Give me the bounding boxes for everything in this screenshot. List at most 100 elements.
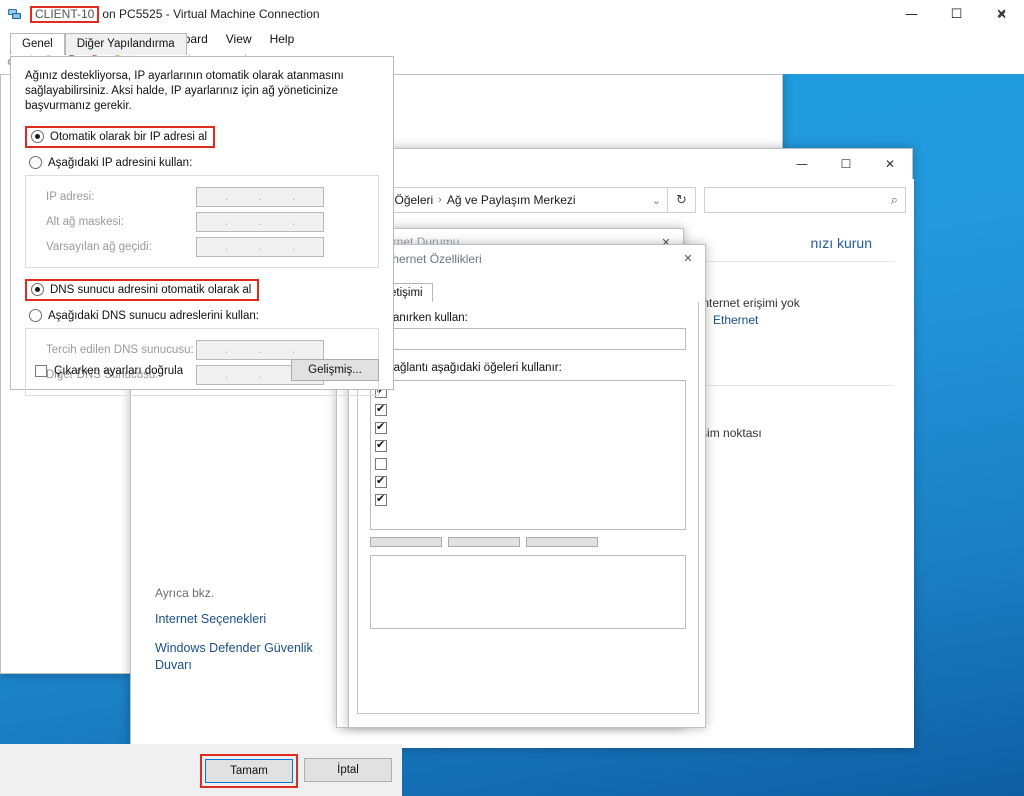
link-internet-options[interactable]: Internet Seçenekleri <box>155 611 325 628</box>
list-item[interactable] <box>373 419 683 437</box>
breadcrumb-network-sharing-center[interactable]: Ağ ve Paylaşım Merkezi <box>444 193 579 207</box>
components-buttons <box>370 537 686 547</box>
use-following-dns-row[interactable]: Aşağıdaki DNS sunucu adreslerini kullan: <box>29 309 379 322</box>
search-input[interactable]: ⌕ <box>704 187 906 213</box>
search-icon: ⌕ <box>890 192 898 208</box>
checkbox[interactable] <box>375 458 387 470</box>
ip-separator: . <box>224 343 229 356</box>
menu-help[interactable]: Help <box>261 30 304 48</box>
connection-link-ethernet[interactable]: Ethernet <box>713 313 758 327</box>
obtain-ip-automatically-label: Otomatik olarak bir IP adresi al <box>50 130 208 143</box>
ip-separator: . <box>224 190 229 203</box>
ethernet-properties-panel: Bağlanırken kullan: Bu bağlantı aşağıdak… <box>357 302 699 714</box>
connection-link-row[interactable]: Ethernet <box>697 312 894 327</box>
ip-separator: . <box>258 190 262 203</box>
minimize-button[interactable]: — <box>889 0 934 28</box>
ip-separator: . <box>258 215 262 228</box>
tab-diger-yapilandirma[interactable]: Diğer Yapılandırma <box>64 33 187 55</box>
virtual-machine-icon <box>7 6 23 22</box>
tcpip-tabstrip: Genel Diğer Yapılandırma <box>10 33 187 55</box>
obtain-dns-automatically-highlight[interactable]: DNS sunucu adresini otomatik olarak al <box>25 279 260 301</box>
obtain-ip-automatically-highlight[interactable]: Otomatik olarak bir IP adresi al <box>25 126 216 148</box>
default-gateway-row: Varsayılan ağ geçidi: . . . <box>46 234 368 259</box>
tab-genel[interactable]: Genel <box>10 33 65 55</box>
components-list[interactable] <box>370 380 686 530</box>
validate-settings-checkbox[interactable] <box>35 365 47 377</box>
ip-separator: . <box>258 343 262 356</box>
checkbox[interactable] <box>375 474 387 488</box>
ip-separator: . <box>224 240 229 253</box>
ethernet-properties-window: Ethernet Özellikleri ✕ Ağ İletişimi Bağl… <box>348 244 706 728</box>
preferred-dns-input[interactable]: . . . <box>196 339 324 360</box>
install-button[interactable] <box>370 537 442 547</box>
radio-use-following-dns[interactable] <box>29 309 42 322</box>
use-following-dns-label: Aşağıdaki DNS sunucu adreslerini kullan: <box>48 309 259 322</box>
vm-name-highlight: CLIENT-10 <box>30 5 100 23</box>
ip-separator: . <box>291 190 296 203</box>
refresh-button[interactable]: ↻ <box>668 187 696 213</box>
access-type-value: Internet erişimi yok <box>699 296 800 310</box>
breadcrumb-separator: › <box>438 194 442 206</box>
subnet-mask-input[interactable]: . . . <box>196 211 324 232</box>
close-button[interactable]: ✕ <box>980 0 1024 30</box>
ethernet-properties-title: Ethernet Özellikleri <box>381 252 482 266</box>
ip-address-input[interactable]: . . . <box>196 186 324 207</box>
properties-button[interactable] <box>526 537 598 547</box>
uninstall-button[interactable] <box>448 537 520 547</box>
close-button[interactable]: ✕ <box>868 149 912 179</box>
list-item[interactable] <box>373 401 683 419</box>
ethernet-properties-titlebar: Ethernet Özellikleri ✕ <box>349 245 705 273</box>
preferred-dns-label: Tercih edilen DNS sunucusu: <box>46 343 194 356</box>
components-label: Bu bağlantı aşağıdaki öğeleri kullanır: <box>370 362 562 374</box>
maximize-button[interactable]: ☐ <box>934 0 979 28</box>
ip-separator: . <box>291 215 296 228</box>
use-following-ip-label: Aşağıdaki IP adresini kullan: <box>48 156 193 169</box>
ip-separator: . <box>224 368 229 381</box>
validate-settings-label: Çıkarken ayarları doğrula <box>54 365 184 377</box>
validate-settings-row[interactable]: Çıkarken ayarları doğrula <box>35 365 183 377</box>
default-gateway-input[interactable]: . . . <box>196 236 324 257</box>
tcpip-properties-dialog: İnternet Protokolü Sürüm 4 (TCP/IPv4) Öz… <box>0 0 1007 796</box>
cancel-button[interactable]: İptal <box>304 758 392 782</box>
obtain-dns-automatically-label: DNS sunucu adresini otomatik olarak al <box>50 283 252 296</box>
ok-button[interactable]: Tamam <box>205 759 293 783</box>
ip-separator: . <box>224 215 229 228</box>
tcpip-caption-buttons: ✕ <box>980 0 1024 30</box>
adapter-field[interactable] <box>370 328 686 350</box>
description-box <box>370 555 686 629</box>
list-item[interactable] <box>373 455 683 473</box>
list-item[interactable] <box>373 473 683 491</box>
subnet-mask-label: Alt ağ maskesi: <box>46 215 124 228</box>
advanced-button[interactable]: Gelişmiş... <box>291 359 379 381</box>
connect-using-label: Bağlanırken kullan: <box>370 312 468 324</box>
radio-obtain-dns-automatically[interactable] <box>31 283 44 296</box>
minimize-button[interactable]: — <box>780 149 824 179</box>
list-item[interactable] <box>373 491 683 509</box>
maximize-button[interactable]: ☐ <box>824 149 868 179</box>
ip-separator: . <box>291 343 296 356</box>
ip-fields-group: IP adresi: . . . Alt ağ maskesi: . . . V… <box>25 175 379 268</box>
default-gateway-label: Varsayılan ağ geçidi: <box>46 240 152 253</box>
subnet-mask-row: Alt ağ maskesi: . . . <box>46 209 368 234</box>
link-windows-defender-firewall[interactable]: Windows Defender Güvenlik Duvarı <box>155 640 325 674</box>
list-item[interactable] <box>373 437 683 455</box>
checkbox[interactable] <box>375 492 387 506</box>
ok-button-highlight: Tamam <box>200 754 298 788</box>
address-dropdown-icon[interactable]: ⌄ <box>650 194 663 207</box>
ip-separator: . <box>291 240 296 253</box>
use-following-ip-row[interactable]: Aşağıdaki IP adresini kullan: <box>29 156 379 169</box>
close-icon[interactable]: ✕ <box>671 245 705 271</box>
ethernet-properties-caption: ✕ <box>671 245 705 273</box>
tcpip-intro-text: Ağınız destekliyorsa, IP ayarlarının oto… <box>25 70 344 112</box>
radio-obtain-ip-automatically[interactable] <box>31 130 44 143</box>
ip-separator: . <box>258 240 262 253</box>
menu-view[interactable]: View <box>217 30 261 48</box>
tcpip-footer: Tamam İptal <box>0 744 402 796</box>
checkbox[interactable] <box>375 438 387 452</box>
checkbox[interactable] <box>375 402 387 416</box>
checkbox[interactable] <box>375 420 387 434</box>
also-see-header: Ayrıca bkz. <box>155 586 215 600</box>
radio-use-following-ip[interactable] <box>29 156 42 169</box>
nsc-also-see: Ayrıca bkz. Internet Seçenekleri Windows… <box>155 586 325 686</box>
list-item[interactable] <box>373 383 683 401</box>
